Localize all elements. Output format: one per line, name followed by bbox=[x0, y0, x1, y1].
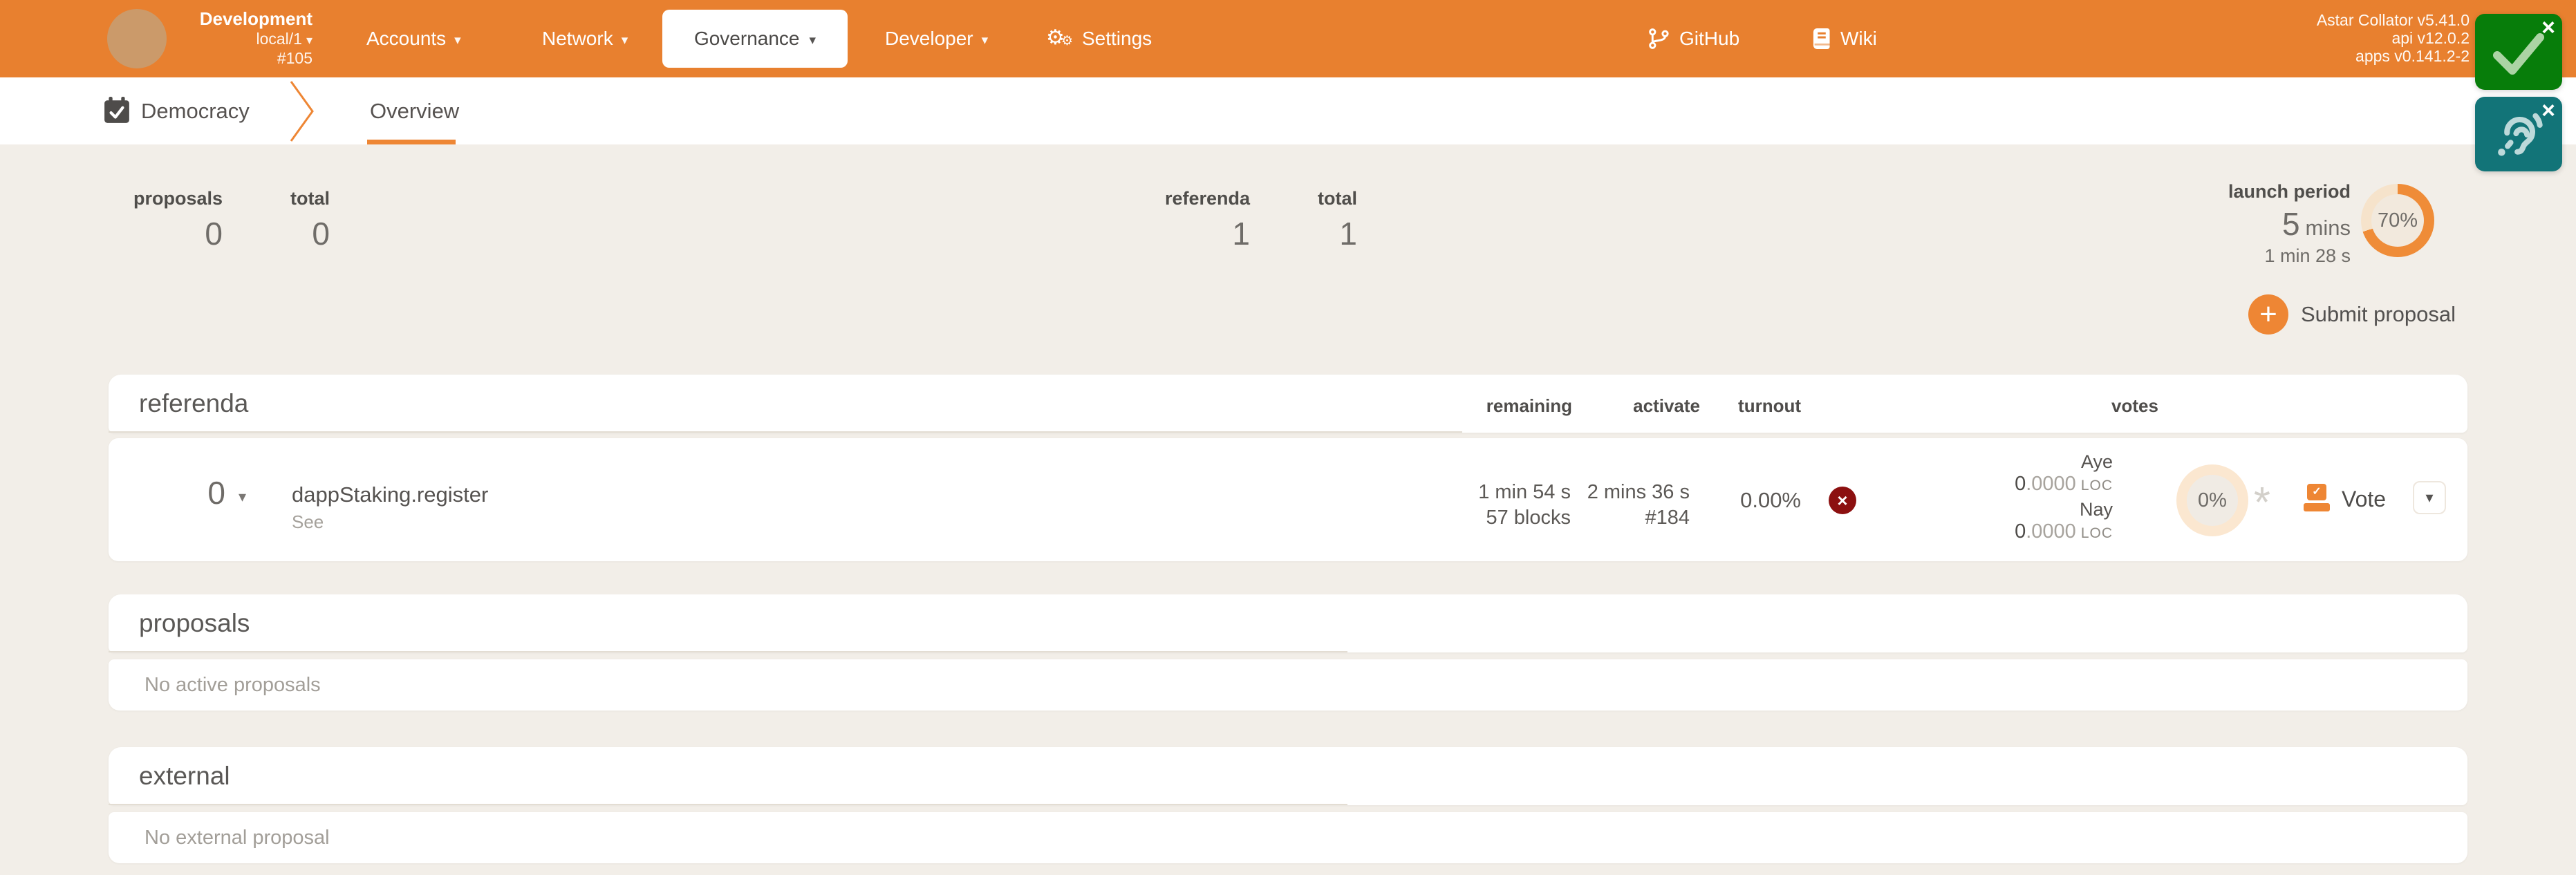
launch-period-elapsed: 1 min 28 s bbox=[2228, 245, 2351, 267]
launch-period-donut: 70% bbox=[2361, 184, 2434, 257]
col-header-turnout: turnout bbox=[1738, 395, 1801, 417]
aye-value: 0.0000LOC bbox=[2015, 473, 2113, 498]
tab-overview[interactable]: Overview bbox=[370, 77, 459, 144]
close-icon[interactable]: × bbox=[2541, 98, 2555, 123]
external-header-strip: external bbox=[109, 747, 2467, 805]
cell-activate: 2 mins 36 s #184 bbox=[1587, 480, 1690, 531]
link-github[interactable]: GitHub bbox=[1648, 0, 1739, 77]
col-header-activate: activate bbox=[1633, 395, 1700, 417]
nav-developer[interactable]: Developer ▾ bbox=[885, 0, 988, 77]
chain-logo[interactable] bbox=[107, 9, 167, 68]
proposals-title: proposals bbox=[139, 594, 250, 652]
remaining-blocks: 57 blocks bbox=[1478, 505, 1571, 531]
chevron-down-icon: ▾ bbox=[454, 30, 461, 48]
external-title: external bbox=[139, 747, 230, 805]
node-version: Astar Collator v5.41.0 bbox=[2317, 11, 2470, 29]
aye-label: Aye bbox=[2015, 451, 2113, 473]
chain-name: Development bbox=[166, 8, 312, 30]
app-header: Development local/1▾ #105 Accounts ▾ Net… bbox=[0, 0, 2576, 77]
external-empty-row: No external proposal bbox=[109, 812, 2467, 863]
expand-caret-icon[interactable]: ▾ bbox=[239, 488, 246, 506]
chain-block-number: #105 bbox=[166, 49, 312, 67]
active-tab-underline bbox=[367, 140, 456, 144]
proposals-empty-text: No active proposals bbox=[144, 674, 321, 697]
votes-percent: 0% bbox=[2187, 475, 2238, 526]
nay-label: Nay bbox=[2015, 498, 2113, 520]
activate-block: #184 bbox=[1587, 505, 1690, 531]
proposals-header-strip: proposals bbox=[109, 594, 2467, 652]
launch-period-value: 5 bbox=[2282, 206, 2300, 242]
referenda-section: referenda remaining activate turnout vot… bbox=[109, 375, 2467, 433]
referendum-proposal: dappStaking.register See bbox=[292, 482, 488, 533]
submit-proposal-button[interactable]: + Submit proposal bbox=[2248, 294, 2456, 335]
chain-network-selector[interactable]: local/1▾ bbox=[166, 30, 312, 49]
breadcrumb-section: Democracy bbox=[141, 77, 250, 144]
audio-listen-overlay[interactable]: × bbox=[2475, 97, 2562, 171]
stat-proposals-total-value: 0 bbox=[290, 215, 330, 252]
link-wiki[interactable]: Wiki bbox=[1811, 0, 1877, 77]
chevron-down-icon: ▾ bbox=[306, 33, 312, 47]
failing-status-icon: × bbox=[1829, 487, 1856, 514]
ballot-box-icon[interactable]: ✓ bbox=[2304, 484, 2330, 514]
proposals-empty-row: No active proposals bbox=[109, 659, 2467, 711]
proposals-section: proposals No active proposals bbox=[109, 594, 2467, 652]
nav-governance-active[interactable]: Governance ▾ bbox=[662, 10, 848, 68]
referenda-header-strip: referenda remaining activate turnout vot… bbox=[109, 375, 2467, 433]
vote-button[interactable]: Vote bbox=[2342, 487, 2386, 512]
external-section: external No external proposal bbox=[109, 747, 2467, 805]
cell-remaining: 1 min 54 s 57 blocks bbox=[1478, 480, 1571, 531]
breadcrumb: Democracy Overview bbox=[0, 77, 2576, 144]
stat-launch-period: launch period 5mins 1 min 28 s bbox=[2228, 181, 2351, 267]
stat-proposals: proposals 0 bbox=[133, 188, 223, 252]
close-icon[interactable]: × bbox=[2541, 15, 2555, 40]
chain-info[interactable]: Development local/1▾ #105 bbox=[166, 8, 312, 67]
chevron-down-icon: ▾ bbox=[982, 30, 989, 48]
cell-turnout: 0.00% bbox=[1740, 488, 1801, 513]
stat-referenda-total: total 1 bbox=[1318, 188, 1357, 252]
code-branch-icon bbox=[1648, 27, 1671, 50]
chevron-down-icon: ▾ bbox=[622, 30, 628, 48]
api-version: api v12.0.2 bbox=[2317, 29, 2470, 47]
nav-settings[interactable]: ⚙ ⚙ Settings bbox=[1046, 0, 1152, 77]
votes-percent-donut: 0% bbox=[2176, 464, 2248, 536]
stat-referenda-value: 1 bbox=[1165, 215, 1250, 252]
nav-network[interactable]: Network ▾ bbox=[542, 0, 628, 77]
title-divider bbox=[109, 651, 1347, 652]
apps-version: apps v0.141.2-2 bbox=[2317, 47, 2470, 65]
referenda-title: referenda bbox=[139, 375, 248, 433]
stat-proposals-value: 0 bbox=[133, 215, 223, 252]
asterisk-icon: * bbox=[2245, 484, 2279, 523]
vote-dropdown-button[interactable]: ▾ bbox=[2413, 481, 2446, 514]
launch-period-percent: 70% bbox=[2371, 194, 2424, 247]
stat-referenda-total-value: 1 bbox=[1318, 215, 1357, 252]
version-info: Astar Collator v5.41.0 api v12.0.2 apps … bbox=[2317, 11, 2470, 65]
gears-icon: ⚙ ⚙ bbox=[1046, 26, 1074, 51]
proposal-see-link[interactable]: See bbox=[292, 511, 488, 533]
nay-value: 0.0000LOC bbox=[2015, 520, 2113, 546]
activate-time: 2 mins 36 s bbox=[1587, 480, 1690, 505]
col-header-votes: votes bbox=[2111, 395, 2158, 417]
chevron-down-icon: ▾ bbox=[810, 30, 816, 48]
title-divider bbox=[109, 804, 1347, 805]
book-icon bbox=[1811, 27, 1832, 50]
cell-votes: Aye 0.0000LOC Nay 0.0000LOC bbox=[2015, 451, 2113, 546]
nav-accounts[interactable]: Accounts ▾ bbox=[366, 0, 461, 77]
referendum-row: 0 ▾ dappStaking.register See 1 min 54 s … bbox=[109, 438, 2467, 561]
plus-icon: + bbox=[2248, 294, 2288, 335]
proposal-call: dappStaking.register bbox=[292, 482, 488, 507]
connection-status-overlay[interactable]: × bbox=[2475, 14, 2562, 90]
col-header-remaining: remaining bbox=[1486, 395, 1572, 417]
chevron-divider-icon bbox=[289, 81, 315, 142]
chevron-down-icon: ▾ bbox=[2425, 489, 2433, 507]
title-divider bbox=[109, 431, 1462, 433]
calendar-check-icon bbox=[104, 97, 130, 124]
referendum-id: 0 bbox=[207, 474, 225, 511]
stat-proposals-total: total 0 bbox=[290, 188, 330, 252]
external-empty-text: No external proposal bbox=[144, 827, 330, 849]
stat-referenda: referenda 1 bbox=[1165, 188, 1250, 252]
remaining-time: 1 min 54 s bbox=[1478, 480, 1571, 505]
